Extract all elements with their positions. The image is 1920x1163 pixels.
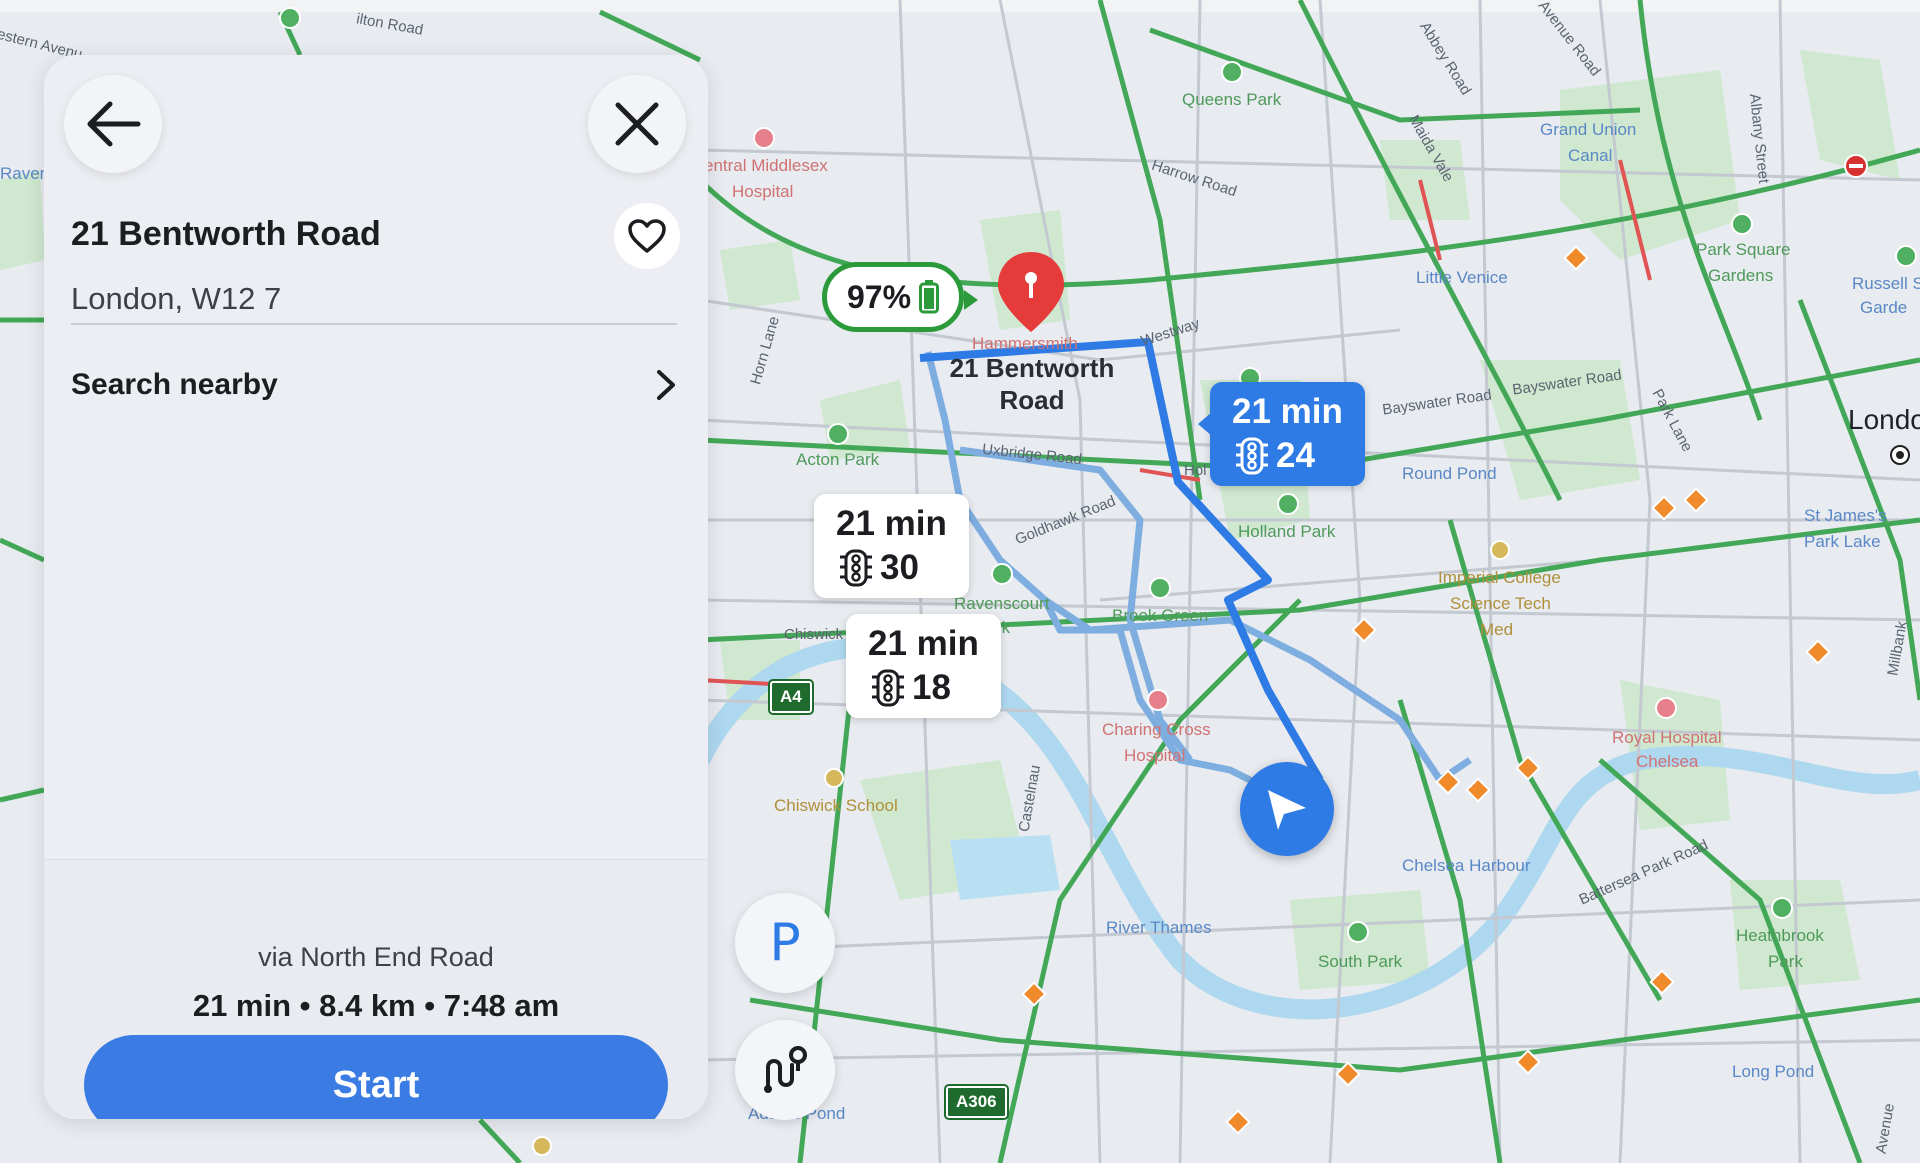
route-summary: 21 min • 8.4 km • 7:48 am	[192, 988, 560, 1023]
start-button[interactable]: Start	[84, 1035, 668, 1119]
map-label: Park	[1768, 952, 1803, 971]
route-bubble-alt[interactable]: 21 min 18	[846, 614, 1001, 718]
back-button[interactable]	[64, 75, 162, 173]
map-label: Park Square	[1696, 240, 1791, 259]
favorite-button[interactable]	[614, 203, 680, 269]
map-label: Ravenscourt	[954, 594, 1050, 613]
map-label: Hospital	[732, 182, 794, 201]
traffic-light-count: 24	[1276, 436, 1315, 475]
route-time: 21 min	[868, 624, 979, 663]
address-title: 21 Bentworth Road	[71, 215, 381, 253]
road-sign-a306: A306	[944, 1084, 1009, 1120]
map-label: Royal Hospital	[1612, 728, 1722, 747]
route-bubble-alt[interactable]: 21 min 30	[814, 494, 969, 598]
map-label: Grand Union	[1540, 120, 1637, 139]
battery-pointer	[964, 290, 978, 310]
address-subtitle: London, W12 7	[71, 281, 282, 316]
map-label: Brook Green	[1112, 606, 1209, 625]
map-label: Hol	[1184, 462, 1207, 479]
divider	[71, 323, 677, 325]
traffic-light-icon	[1236, 437, 1268, 475]
map-label: Round Pond	[1402, 464, 1497, 483]
map-label: Charing Cross	[1102, 720, 1211, 739]
parking-icon: P	[769, 913, 801, 973]
traffic-light-count: 18	[912, 668, 951, 707]
battery-badge: 97%	[822, 262, 964, 332]
destination-label: 21 Bentworth Road	[949, 353, 1115, 415]
back-arrow-icon	[87, 101, 141, 147]
navigation-arrow-icon[interactable]	[1240, 762, 1334, 856]
map-label: Chiswick School	[774, 796, 898, 815]
map-label: Russell S	[1852, 274, 1920, 293]
map-label: Gardens	[1708, 266, 1774, 285]
map-label: Chelsea	[1636, 752, 1699, 771]
map-label: Garde	[1860, 298, 1908, 317]
map-label: Hammersmith	[972, 334, 1078, 353]
map-label: entral Middlesex	[704, 156, 828, 175]
chevron-right-icon	[657, 370, 675, 400]
map-label: Long Pond	[1732, 1062, 1815, 1081]
search-nearby-label: Search nearby	[71, 368, 278, 401]
destination-panel: 21 Bentworth Road London, W12 7 Search n…	[44, 55, 708, 1119]
destination-pin-icon[interactable]	[996, 250, 1066, 334]
route-time: 21 min	[836, 504, 947, 543]
map-label: Chiswick	[784, 626, 844, 643]
parking-button[interactable]: P	[735, 893, 835, 993]
traffic-light-icon	[872, 669, 904, 707]
map-label: Holland Park	[1238, 522, 1336, 541]
heart-icon	[628, 219, 666, 253]
map-label: St James's	[1804, 506, 1887, 525]
close-icon	[615, 102, 659, 146]
close-button[interactable]	[588, 75, 686, 173]
map-label: Hospital	[1124, 746, 1186, 765]
map-label: Raven	[0, 164, 50, 183]
route-options-button[interactable]	[735, 1020, 835, 1120]
map-label: Imperial College	[1438, 568, 1561, 587]
traffic-light-icon	[840, 549, 872, 587]
traffic-light-count: 30	[880, 548, 919, 587]
map-label: Canal	[1568, 146, 1613, 165]
search-nearby-row[interactable]: Search nearby	[71, 361, 677, 409]
start-label: Start	[332, 1063, 420, 1106]
map-label: Acton Park	[796, 450, 880, 469]
battery-icon	[919, 280, 940, 314]
route-summary-section: via North End Road 21 min • 8.4 km • 7:4…	[44, 859, 708, 1119]
route-via: via North End Road	[258, 942, 494, 972]
map-label: Londo	[1848, 404, 1920, 435]
map-label: Science Tech	[1450, 594, 1551, 613]
map-label: Queens Park	[1182, 90, 1282, 109]
road-sign-a4: A4	[768, 679, 814, 715]
map-label: South Park	[1318, 952, 1403, 971]
route-options-icon	[764, 1046, 807, 1093]
map-label: Little Venice	[1416, 268, 1508, 287]
map-label: River Thames	[1106, 918, 1212, 937]
map-label: Heathbrook	[1736, 926, 1824, 945]
route-bubble-pointer	[1198, 412, 1212, 436]
route-time: 21 min	[1232, 392, 1343, 431]
map-label: Park Lake	[1804, 532, 1881, 551]
map-label: Chelsea Harbour	[1402, 856, 1531, 875]
map-label: Med	[1480, 620, 1514, 639]
route-bubble-selected[interactable]: 21 min 24	[1210, 382, 1365, 486]
battery-percent: 97%	[846, 278, 912, 315]
